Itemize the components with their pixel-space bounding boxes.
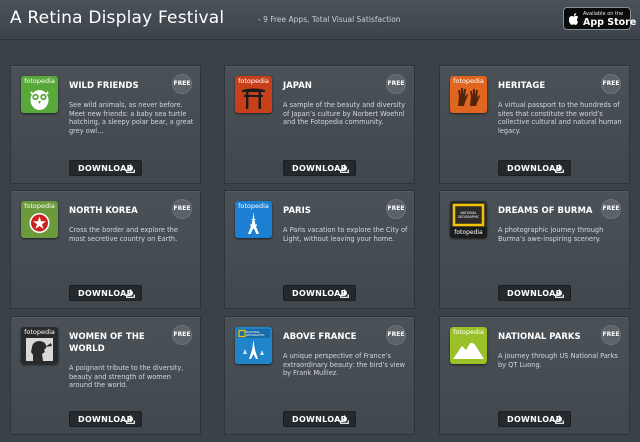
red-star-icon: fotopedia — [21, 201, 58, 238]
app-card-above-france: NATIONAL GEOGRAPHIC ABOVE FRANCE FREE A … — [224, 316, 415, 435]
download-button[interactable]: DOWNLOAD — [69, 285, 142, 301]
download-button[interactable]: DOWNLOAD — [498, 411, 571, 427]
eiffel-graphic — [248, 212, 259, 234]
free-badge: FREE — [386, 74, 406, 94]
download-icon — [126, 289, 135, 298]
free-badge: FREE — [601, 325, 621, 345]
app-card-dreams-of-burma: NATIONAL GEOGRAPHIC fotopedia DREAMS OF … — [439, 190, 630, 309]
app-title: DREAMS OF BURMA — [498, 206, 593, 216]
owl-icon: fotopedia — [21, 76, 58, 113]
mountain-graphic — [453, 340, 484, 359]
app-card-japan: fotopedia JAPAN FREE A sample of the bea… — [224, 65, 415, 184]
app-title: ABOVE FRANCE — [283, 332, 357, 342]
app-grid: fotopedia WILD FRIENDS FREE See wild ani… — [0, 40, 640, 442]
app-card-wild-friends: fotopedia WILD FRIENDS FREE See wild ani… — [10, 65, 201, 184]
app-description: A poignant tribute to the diversity, bea… — [69, 364, 184, 390]
download-icon — [340, 415, 349, 424]
woman-graphic — [26, 338, 53, 361]
download-icon — [340, 164, 349, 173]
app-title: NATIONAL PARKS — [498, 332, 581, 342]
national-geographic-icon: NATIONAL GEOGRAPHIC fotopedia — [450, 201, 487, 238]
free-badge: FREE — [172, 325, 192, 345]
download-icon — [555, 289, 564, 298]
app-title: NORTH KOREA — [69, 206, 138, 216]
app-card-north-korea: fotopedia NORTH KOREA FREE Cross the bor… — [10, 190, 201, 309]
free-badge: FREE — [386, 325, 406, 345]
app-card-heritage: fotopedia HERITAGE FREE A virtual passpo… — [439, 65, 630, 184]
woman-profile-icon: fotopedia — [21, 327, 58, 364]
app-title: JAPAN — [283, 81, 312, 91]
free-badge: FREE — [601, 199, 621, 219]
star-graphic — [29, 213, 50, 233]
app-description: A photographic journey through Burma’s a… — [498, 226, 604, 243]
hands-graphic — [458, 88, 480, 106]
natgeo-label: NATIONAL GEOGRAPHIC — [457, 211, 480, 219]
app-description: A unique perspective of France’s extraor… — [283, 352, 406, 378]
download-button[interactable]: DOWNLOAD — [283, 411, 356, 427]
app-description: See wild animals, as never before. Meet … — [69, 101, 194, 135]
fotopedia-brand: fotopedia — [454, 229, 483, 236]
eiffel-tower-icon: fotopedia — [235, 201, 272, 238]
download-icon — [126, 415, 135, 424]
app-description: A sample of the beauty and diversity of … — [283, 101, 406, 127]
hand-prints-icon: fotopedia — [450, 76, 487, 113]
owl-graphic — [30, 90, 49, 110]
app-card-women-of-the-world: fotopedia WOMEN OF THE WORLD FREE A poig… — [10, 316, 201, 435]
free-badge: FREE — [172, 199, 192, 219]
free-badge: FREE — [601, 74, 621, 94]
header: A Retina Display Festival - 9 Free Apps,… — [0, 0, 640, 40]
app-title: HERITAGE — [498, 81, 546, 91]
app-card-paris: fotopedia PARIS FREE A Paris vacation to… — [224, 190, 415, 309]
page-subtitle: - 9 Free Apps, Total Visual Satisfaction — [258, 15, 401, 24]
app-card-national-parks: fotopedia NATIONAL PARKS FREE A journey … — [439, 316, 630, 435]
download-button[interactable]: DOWNLOAD — [498, 160, 571, 176]
download-icon — [555, 415, 564, 424]
free-badge: FREE — [386, 199, 406, 219]
torii-graphic — [242, 88, 265, 109]
natgeo-label: NATIONAL GEOGRAPHIC — [246, 330, 265, 338]
apple-logo-icon — [569, 13, 579, 25]
download-button[interactable]: DOWNLOAD — [283, 160, 356, 176]
mountain-icon: fotopedia — [450, 327, 487, 364]
app-description: A virtual passport to the hundreds of si… — [498, 101, 622, 135]
app-description: A journey through US National Parks by Q… — [498, 352, 618, 369]
download-icon — [340, 289, 349, 298]
download-icon — [555, 164, 564, 173]
page-title: A Retina Display Festival — [10, 8, 225, 28]
download-button[interactable]: DOWNLOAD — [283, 285, 356, 301]
app-title: PARIS — [283, 206, 311, 216]
app-store-badge[interactable]: Available on the App Store — [563, 7, 636, 30]
app-store-label: App Store — [583, 17, 637, 28]
free-badge: FREE — [172, 74, 192, 94]
app-title: WOMEN OF THE WORLD — [69, 332, 145, 354]
app-description: A Paris vacation to explore the City of … — [283, 226, 408, 243]
app-title: WILD FRIENDS — [69, 81, 139, 91]
download-button[interactable]: DOWNLOAD — [69, 160, 142, 176]
download-button[interactable]: DOWNLOAD — [498, 285, 571, 301]
torii-gate-icon: fotopedia — [235, 76, 272, 113]
app-description: Cross the border and explore the most se… — [69, 226, 178, 243]
download-icon — [126, 164, 135, 173]
national-geographic-icon: NATIONAL GEOGRAPHIC — [235, 327, 272, 364]
download-button[interactable]: DOWNLOAD — [69, 411, 142, 427]
